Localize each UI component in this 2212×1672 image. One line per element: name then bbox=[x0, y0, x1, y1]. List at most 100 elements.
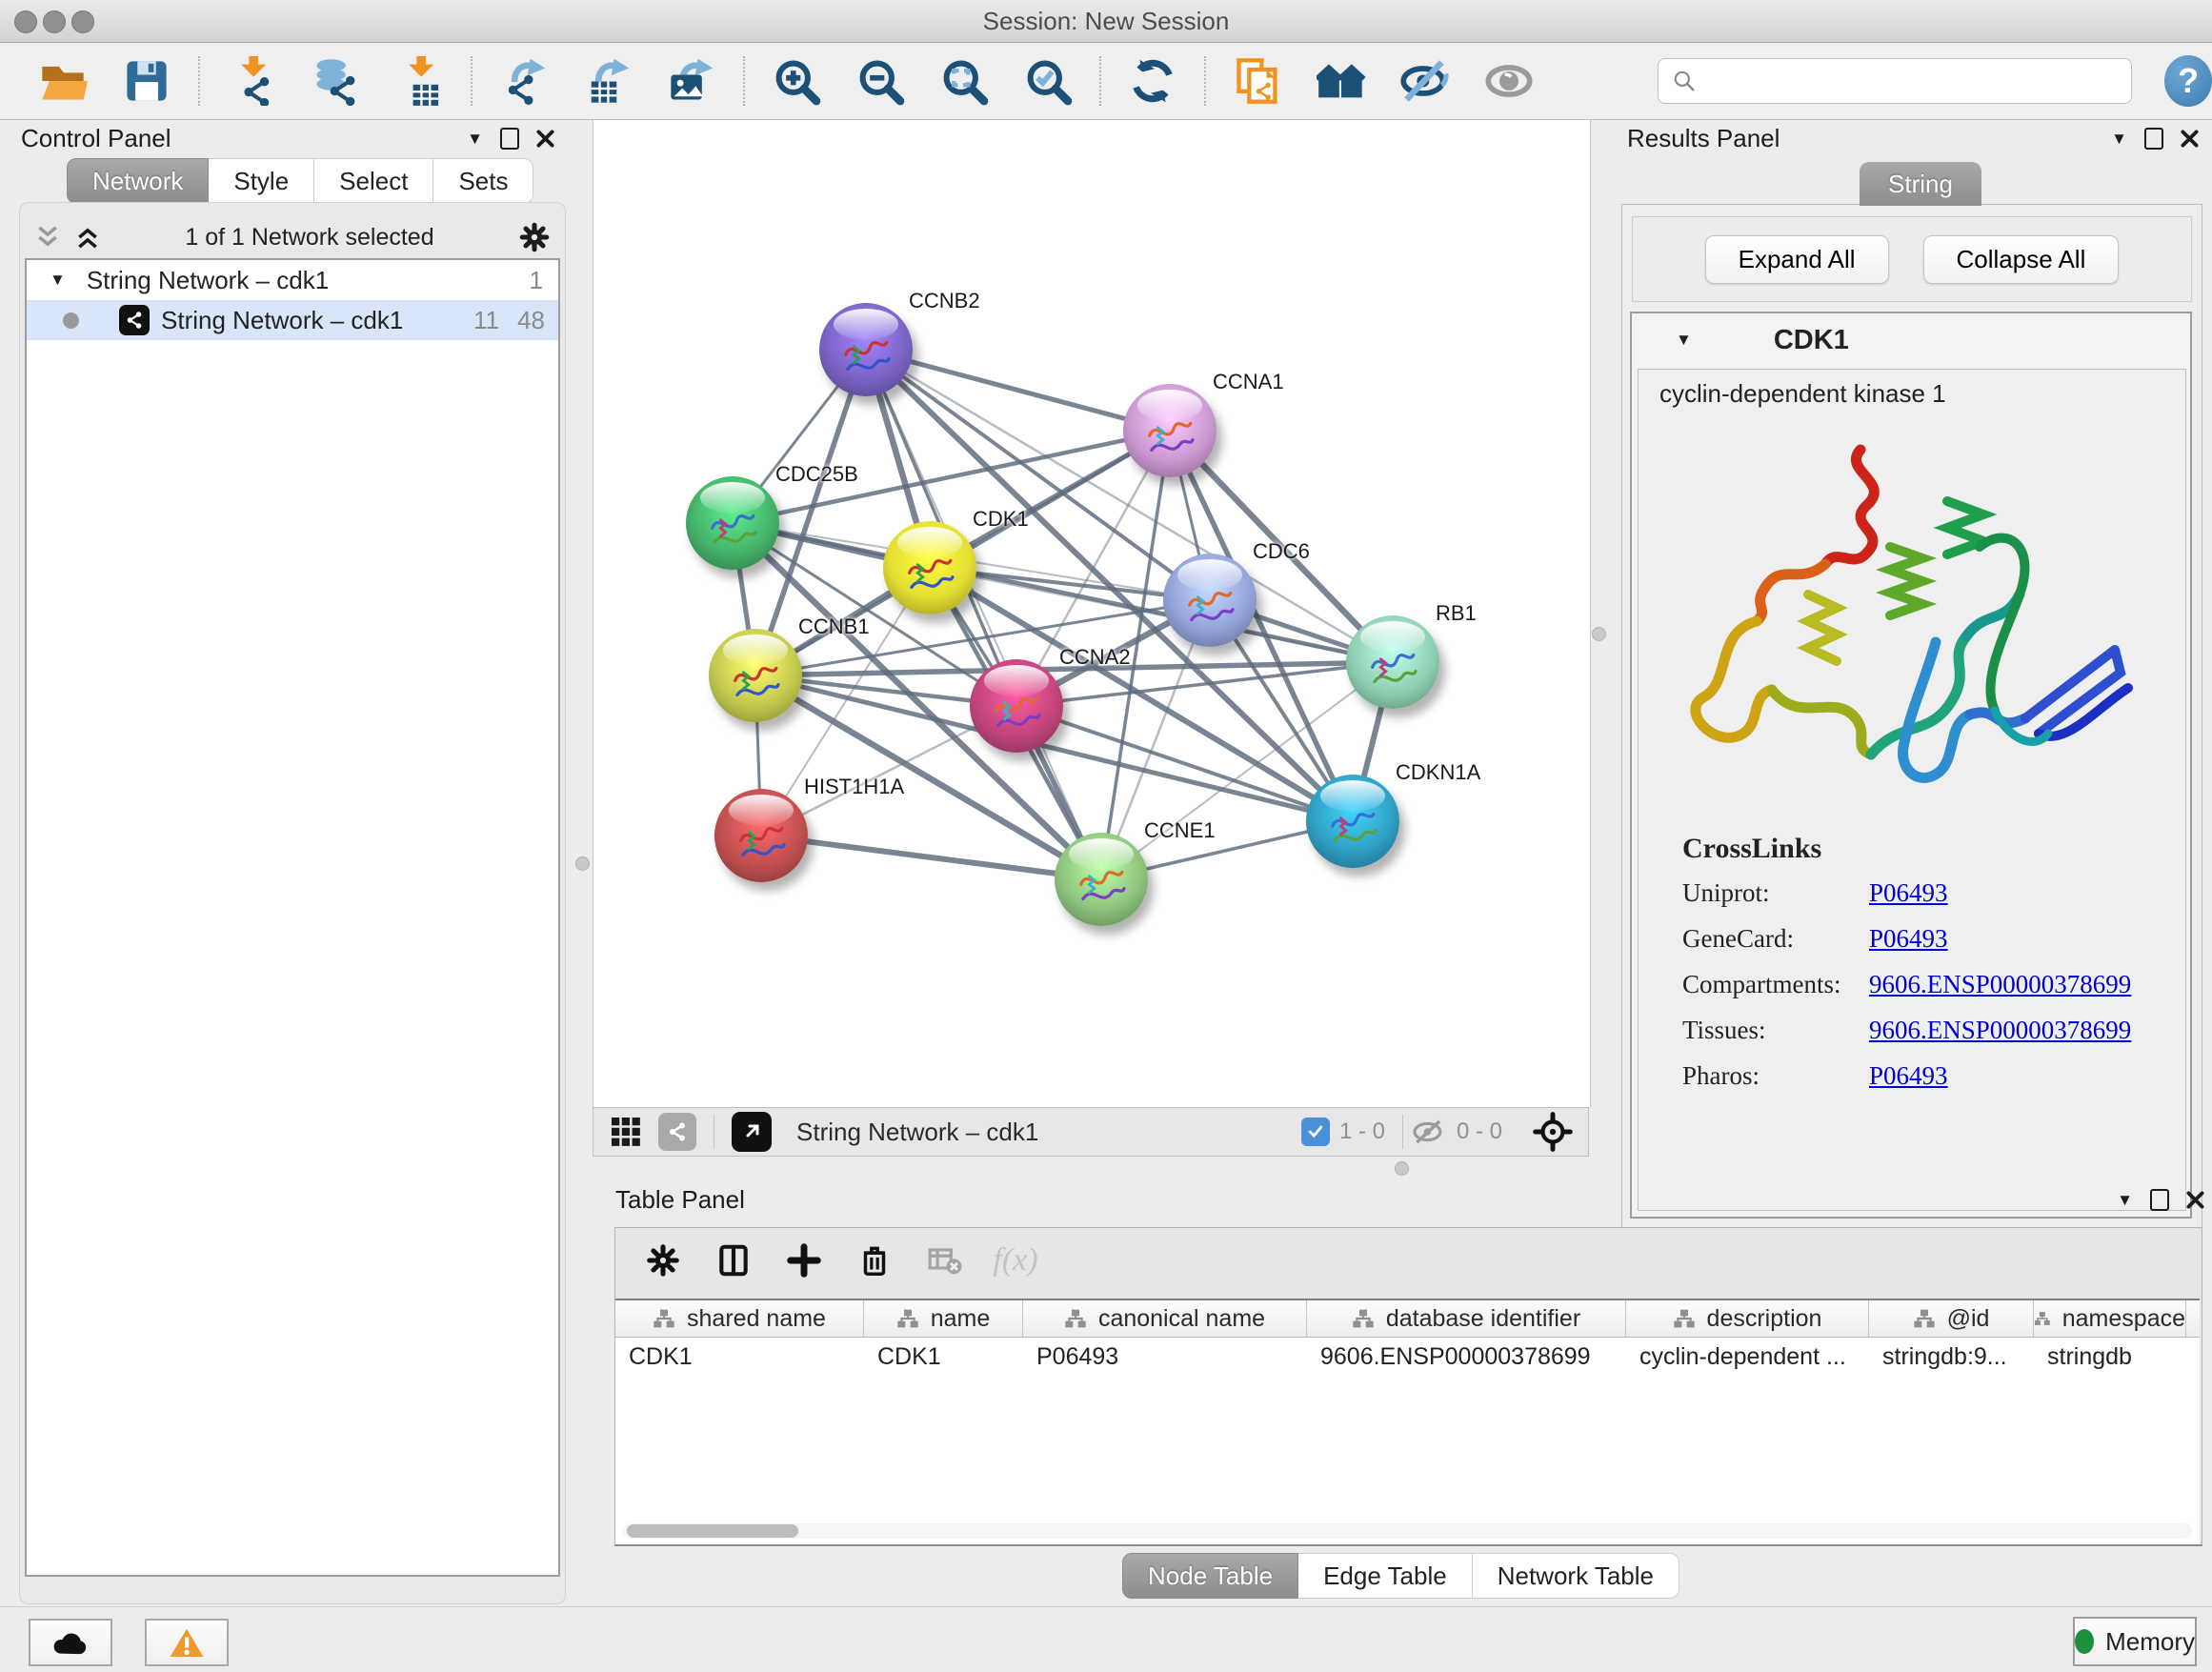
column-header-shared-name[interactable]: shared name bbox=[615, 1300, 864, 1337]
column-header-database-identifier[interactable]: database identifier bbox=[1307, 1300, 1626, 1337]
save-session-icon[interactable] bbox=[120, 54, 173, 108]
horizontal-scrollbar[interactable] bbox=[623, 1523, 2192, 1539]
close-panel-icon[interactable] bbox=[536, 130, 554, 148]
cloud-status-button[interactable] bbox=[29, 1619, 112, 1666]
close-table-icon[interactable] bbox=[2186, 1191, 2204, 1209]
scrollbar-thumb[interactable] bbox=[627, 1524, 798, 1538]
search-box[interactable] bbox=[1658, 58, 2132, 104]
control-panel: Control Panel ▼ NetworkStyleSelectSets 1… bbox=[0, 120, 572, 1606]
column-header-id[interactable]: @id bbox=[1869, 1300, 2034, 1337]
tab-sets[interactable]: Sets bbox=[433, 158, 533, 204]
left-splitter-handle[interactable] bbox=[575, 856, 590, 871]
open-session-icon[interactable] bbox=[36, 54, 90, 108]
help-button[interactable]: ? bbox=[2164, 55, 2212, 107]
clone-network-icon[interactable] bbox=[1231, 54, 1284, 108]
tree-expander-icon[interactable]: ▼ bbox=[50, 271, 66, 290]
zoom-in-icon[interactable] bbox=[770, 54, 823, 108]
collapse-table-icon[interactable]: ▼ bbox=[2117, 1191, 2133, 1210]
import-network-file-icon[interactable] bbox=[225, 54, 278, 108]
search-input[interactable] bbox=[1706, 67, 2118, 95]
tab-style[interactable]: Style bbox=[209, 158, 314, 204]
tab-network[interactable]: Network bbox=[67, 158, 209, 204]
delete-column-trash-icon[interactable] bbox=[854, 1239, 895, 1281]
cell-id[interactable]: stringdb:9... bbox=[1869, 1343, 2034, 1371]
column-header-name[interactable]: name bbox=[864, 1300, 1023, 1337]
float-panel-icon[interactable] bbox=[500, 128, 519, 150]
network-node-ccnb1[interactable] bbox=[709, 629, 802, 722]
crosslink-link[interactable]: P06493 bbox=[1869, 924, 1948, 954]
column-header-namespace[interactable]: namespace bbox=[2034, 1300, 2186, 1337]
expand-all-networks-icon[interactable] bbox=[73, 225, 102, 250]
import-table-file-icon[interactable] bbox=[392, 54, 446, 108]
grid-view-icon[interactable] bbox=[609, 1115, 643, 1149]
warning-status-button[interactable] bbox=[145, 1619, 229, 1666]
table-settings-gear-icon[interactable] bbox=[642, 1239, 684, 1281]
column-header-canonical-name[interactable]: canonical name bbox=[1023, 1300, 1307, 1337]
close-window-button[interactable] bbox=[14, 10, 37, 33]
network-node-cdc6[interactable] bbox=[1163, 554, 1257, 647]
collapse-all-button[interactable]: Collapse All bbox=[1923, 235, 2120, 284]
hide-selected-icon[interactable] bbox=[1398, 54, 1452, 108]
show-all-icon[interactable] bbox=[1482, 54, 1536, 108]
zoom-selected-icon[interactable] bbox=[1021, 54, 1075, 108]
bottom-splitter-handle[interactable] bbox=[1395, 1161, 1409, 1176]
create-column-icon[interactable] bbox=[783, 1239, 825, 1281]
float-table-icon[interactable] bbox=[2150, 1189, 2169, 1211]
cell-canonical-name[interactable]: P06493 bbox=[1023, 1343, 1307, 1371]
cell-description[interactable]: cyclin-dependent ... bbox=[1626, 1343, 1869, 1371]
export-network-icon[interactable] bbox=[497, 54, 551, 108]
tab-string[interactable]: String bbox=[1860, 162, 1981, 206]
crosslink-link[interactable]: P06493 bbox=[1869, 1061, 1948, 1091]
memory-button[interactable]: Memory bbox=[2073, 1617, 2197, 1666]
network-node-rb1[interactable] bbox=[1346, 615, 1439, 709]
update-network-icon[interactable] bbox=[1126, 54, 1179, 108]
network-options-gear-icon[interactable] bbox=[517, 220, 552, 254]
float-results-icon[interactable] bbox=[2144, 128, 2163, 150]
tab-node-table[interactable]: Node Table bbox=[1122, 1553, 1298, 1599]
collapse-all-networks-icon[interactable] bbox=[33, 225, 62, 250]
cell-namespace[interactable]: stringdb bbox=[2034, 1343, 2186, 1371]
minimize-window-button[interactable] bbox=[43, 10, 66, 33]
export-image-icon[interactable] bbox=[665, 54, 718, 108]
tab-network-table[interactable]: Network Table bbox=[1473, 1553, 1679, 1599]
birds-eye-view-icon[interactable] bbox=[732, 1112, 772, 1152]
network-node-ccne1[interactable] bbox=[1055, 833, 1148, 926]
export-table-icon[interactable] bbox=[581, 54, 634, 108]
selected-checkbox-icon[interactable] bbox=[1301, 1118, 1330, 1146]
fit-crosshair-icon[interactable] bbox=[1533, 1112, 1573, 1152]
network-node-ccna2[interactable] bbox=[970, 659, 1063, 753]
crosslink-link[interactable]: 9606.ENSP00000378699 bbox=[1869, 970, 2131, 999]
cell-shared-name[interactable]: CDK1 bbox=[615, 1343, 864, 1371]
network-node-cdc25b[interactable] bbox=[686, 476, 779, 570]
network-node-cdk1[interactable] bbox=[883, 521, 976, 614]
zoom-fit-icon[interactable] bbox=[937, 54, 991, 108]
right-splitter-handle[interactable] bbox=[1592, 627, 1606, 641]
cell-name[interactable]: CDK1 bbox=[864, 1343, 1023, 1371]
tab-edge-table[interactable]: Edge Table bbox=[1298, 1553, 1473, 1599]
expand-all-button[interactable]: Expand All bbox=[1705, 235, 1889, 284]
network-view-canvas[interactable]: CCNB2 CCNA1 CDC25B CDK1 bbox=[593, 120, 1591, 1107]
table-row[interactable]: CDK1CDK1P064939606.ENSP00000378699cyclin… bbox=[615, 1338, 2200, 1376]
close-results-icon[interactable] bbox=[2181, 130, 2199, 148]
toolbar-separator bbox=[198, 56, 200, 106]
tab-select[interactable]: Select bbox=[314, 158, 433, 204]
network-share-view-icon[interactable] bbox=[658, 1113, 696, 1151]
crosslink-link[interactable]: P06493 bbox=[1869, 878, 1948, 908]
import-network-database-icon[interactable] bbox=[309, 54, 362, 108]
column-header-description[interactable]: description bbox=[1626, 1300, 1869, 1337]
first-neighbors-icon[interactable] bbox=[1315, 54, 1368, 108]
network-node-cdkn1a[interactable] bbox=[1306, 775, 1399, 868]
cell-database-identifier[interactable]: 9606.ENSP00000378699 bbox=[1307, 1343, 1626, 1371]
card-expander-icon[interactable]: ▼ bbox=[1676, 331, 1692, 350]
network-node-ccna1[interactable] bbox=[1123, 384, 1217, 477]
network-node-ccnb2[interactable] bbox=[819, 303, 913, 396]
zoom-out-icon[interactable] bbox=[854, 54, 907, 108]
collapse-panel-icon[interactable]: ▼ bbox=[467, 130, 483, 149]
crosslink-link[interactable]: 9606.ENSP00000378699 bbox=[1869, 1016, 2131, 1045]
zoom-window-button[interactable] bbox=[71, 10, 94, 33]
network-node-hist1h1a[interactable] bbox=[714, 789, 808, 882]
network-collection-row[interactable]: ▼ String Network – cdk1 1 bbox=[27, 260, 558, 300]
collapse-results-icon[interactable]: ▼ bbox=[2111, 130, 2127, 149]
show-columns-icon[interactable] bbox=[713, 1239, 754, 1281]
network-row-selected[interactable]: String Network – cdk1 11 48 bbox=[27, 300, 558, 340]
